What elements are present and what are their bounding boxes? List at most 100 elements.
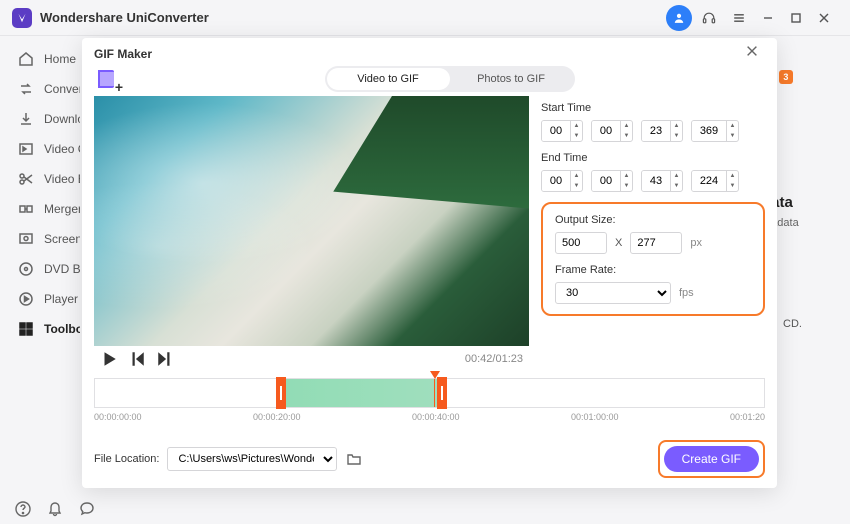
end-minutes-input[interactable] xyxy=(592,171,620,191)
create-gif-button[interactable]: Create GIF xyxy=(664,446,759,472)
modal-footer: File Location: C:\Users\ws\Pictures\Wond… xyxy=(82,440,777,478)
timeline-handle-start[interactable] xyxy=(276,377,286,409)
feedback-icon[interactable] xyxy=(78,500,96,518)
output-settings-box: Output Size: X px Frame Rate: 30 fps xyxy=(541,202,765,316)
sidebar-item-label: Player xyxy=(44,292,78,306)
framerate-select[interactable]: 30 xyxy=(555,282,671,304)
timeline-selection[interactable] xyxy=(280,379,441,407)
sidebar-item-editor[interactable]: Video Editor xyxy=(0,164,80,194)
close-window-button[interactable] xyxy=(810,4,838,32)
chevron-down-icon[interactable]: ▼ xyxy=(727,131,738,141)
tick-label: 00:01:00:00 xyxy=(571,412,619,422)
chevron-down-icon[interactable]: ▼ xyxy=(621,131,632,141)
sidebar-item-recorder[interactable]: Screen Recorder xyxy=(0,224,80,254)
tick-label: 00:01:20 xyxy=(730,412,765,422)
open-folder-button[interactable] xyxy=(343,448,365,470)
sidebar-item-toolbox[interactable]: Toolbox xyxy=(0,314,80,344)
tab-video-to-gif[interactable]: Video to GIF xyxy=(327,68,450,90)
sidebar-item-downloader[interactable]: Downloader xyxy=(0,104,80,134)
sidebar-item-label: Converter xyxy=(44,82,80,96)
chevron-down-icon[interactable]: ▼ xyxy=(671,131,682,141)
avatar-icon[interactable] xyxy=(666,5,692,31)
chevron-up-icon[interactable]: ▲ xyxy=(727,171,738,181)
chevron-up-icon[interactable]: ▲ xyxy=(621,121,632,131)
framerate-label: Frame Rate: xyxy=(555,264,751,276)
sidebar-item-player[interactable]: Player xyxy=(0,284,80,314)
chevron-down-icon[interactable]: ▼ xyxy=(621,181,632,191)
end-time-label: End Time xyxy=(541,152,765,164)
disc-icon xyxy=(18,261,34,277)
sidebar-item-label: Home xyxy=(44,52,76,66)
chevron-up-icon[interactable]: ▲ xyxy=(621,171,632,181)
start-seconds-input[interactable] xyxy=(642,121,670,141)
sidebar-item-label: Screen Recorder xyxy=(44,232,80,246)
file-location-select[interactable]: C:\Users\ws\Pictures\Wonders xyxy=(167,447,337,471)
px-unit: px xyxy=(690,237,702,249)
output-size-label: Output Size: xyxy=(555,214,751,226)
start-hours-spinner[interactable]: ▲▼ xyxy=(541,120,583,142)
tab-photos-to-gif[interactable]: Photos to GIF xyxy=(450,68,573,90)
end-ms-spinner[interactable]: ▲▼ xyxy=(691,170,739,192)
playhead-icon[interactable] xyxy=(430,371,440,379)
headset-icon[interactable] xyxy=(696,5,722,31)
end-seconds-spinner[interactable]: ▲▼ xyxy=(641,170,683,192)
sidebar-item-home[interactable]: Home xyxy=(0,44,80,74)
start-time-label: Start Time xyxy=(541,102,765,114)
maximize-button[interactable] xyxy=(782,4,810,32)
create-gif-highlight: Create GIF xyxy=(658,440,765,478)
chevron-up-icon[interactable]: ▲ xyxy=(671,171,682,181)
end-hours-spinner[interactable]: ▲▼ xyxy=(541,170,583,192)
compressor-icon xyxy=(18,141,34,157)
end-time-row: ▲▼ ▲▼ ▲▼ ▲▼ xyxy=(541,170,765,192)
sidebar-item-compressor[interactable]: Video Compressor xyxy=(0,134,80,164)
chevron-up-icon[interactable]: ▲ xyxy=(671,121,682,131)
app-logo-icon xyxy=(12,8,32,28)
next-frame-button[interactable] xyxy=(156,350,174,368)
start-seconds-spinner[interactable]: ▲▼ xyxy=(641,120,683,142)
sidebar: Home Converter Downloader Video Compress… xyxy=(0,36,80,494)
settings-column: Start Time ▲▼ ▲▼ ▲▼ ▲▼ End Time ▲▼ ▲▼ ▲▼… xyxy=(541,96,765,372)
chevron-up-icon[interactable]: ▲ xyxy=(727,121,738,131)
end-minutes-spinner[interactable]: ▲▼ xyxy=(591,170,633,192)
background-cd-text: CD. xyxy=(783,318,802,330)
chevron-up-icon[interactable]: ▲ xyxy=(571,171,582,181)
video-preview[interactable] xyxy=(94,96,529,346)
chevron-up-icon[interactable]: ▲ xyxy=(571,121,582,131)
timeline-handle-end[interactable] xyxy=(437,377,447,409)
start-hours-input[interactable] xyxy=(542,121,570,141)
start-minutes-spinner[interactable]: ▲▼ xyxy=(591,120,633,142)
sidebar-item-converter[interactable]: Converter xyxy=(0,74,80,104)
start-minutes-input[interactable] xyxy=(592,121,620,141)
output-width-input[interactable] xyxy=(555,232,607,254)
fps-unit: fps xyxy=(679,287,694,299)
modal-close-button[interactable] xyxy=(745,44,765,64)
app-title: Wondershare UniConverter xyxy=(40,10,209,25)
prev-frame-button[interactable] xyxy=(128,350,146,368)
toolbox-icon xyxy=(18,321,34,337)
end-ms-input[interactable] xyxy=(692,171,726,191)
timeline-track[interactable] xyxy=(94,378,765,408)
start-ms-spinner[interactable]: ▲▼ xyxy=(691,120,739,142)
help-icon[interactable] xyxy=(14,500,32,518)
chevron-down-icon[interactable]: ▼ xyxy=(571,181,582,191)
chevron-down-icon[interactable]: ▼ xyxy=(671,181,682,191)
bell-icon[interactable] xyxy=(46,500,64,518)
start-ms-input[interactable] xyxy=(692,121,726,141)
play-button[interactable] xyxy=(100,350,118,368)
add-media-button[interactable]: + xyxy=(94,66,120,92)
start-time-row: ▲▼ ▲▼ ▲▼ ▲▼ xyxy=(541,120,765,142)
download-icon xyxy=(18,111,34,127)
sidebar-item-dvd[interactable]: DVD Burner xyxy=(0,254,80,284)
sidebar-item-merger[interactable]: Merger xyxy=(0,194,80,224)
playhead-line xyxy=(434,379,435,407)
video-column: 00:42/01:23 xyxy=(94,96,529,372)
minimize-button[interactable] xyxy=(754,4,782,32)
tick-label: 00:00:00:00 xyxy=(94,412,142,422)
output-height-input[interactable] xyxy=(630,232,682,254)
menu-icon[interactable] xyxy=(726,5,752,31)
end-hours-input[interactable] xyxy=(542,171,570,191)
chevron-down-icon[interactable]: ▼ xyxy=(727,181,738,191)
chevron-down-icon[interactable]: ▼ xyxy=(571,131,582,141)
home-icon xyxy=(18,51,34,67)
end-seconds-input[interactable] xyxy=(642,171,670,191)
